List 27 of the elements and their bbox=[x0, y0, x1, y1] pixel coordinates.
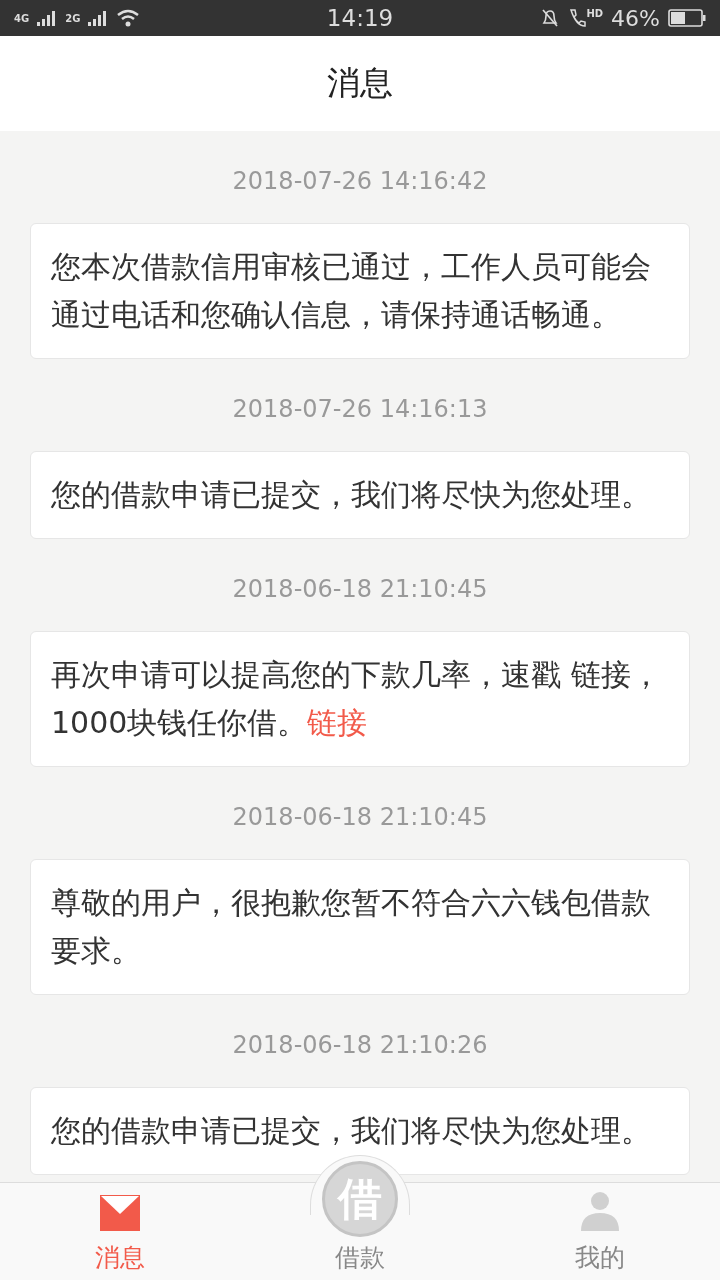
message-time: 2018-06-18 21:10:45 bbox=[231, 574, 489, 605]
message-card: 您的借款申请已提交，我们将尽快为您处理。 bbox=[30, 451, 690, 539]
message-card: 您的借款申请已提交，我们将尽快为您处理。 bbox=[30, 1087, 690, 1175]
wifi-icon bbox=[116, 9, 141, 27]
message-time: 2018-07-26 14:16:13 bbox=[231, 394, 489, 425]
muted-bell-icon bbox=[540, 8, 561, 28]
message-time: 2018-06-18 21:10:26 bbox=[231, 1030, 489, 1061]
battery-percent: 46% bbox=[611, 5, 660, 31]
tab[interactable]: 我的 bbox=[480, 1183, 720, 1280]
hd-label: HD bbox=[586, 7, 604, 19]
phone-icon bbox=[568, 8, 587, 28]
message-time: 2018-06-18 21:10:45 bbox=[231, 802, 489, 833]
message-time: 2018-07-26 14:16:42 bbox=[231, 166, 489, 197]
message-text: 再次申请可以提高您的下款几率，速戳 链接，1000块钱任你借。链接 bbox=[51, 656, 662, 742]
message-card: 您本次借款信用审核已通过，工作人员可能会通过电话和您确认信息，请保持通话畅通。 bbox=[30, 223, 690, 359]
tab[interactable]: 消息 bbox=[0, 1183, 240, 1280]
page-title: 消息 bbox=[327, 62, 393, 104]
message-card: 尊敬的用户，很抱歉您暂不符合六六钱包借款要求。 bbox=[30, 859, 690, 995]
network-label: 2G bbox=[65, 12, 81, 24]
clock-time: 14:19 bbox=[326, 5, 394, 31]
person-icon bbox=[580, 1191, 620, 1231]
signal-icon bbox=[37, 10, 58, 26]
signal-icon bbox=[88, 10, 109, 26]
envelope-icon bbox=[100, 1195, 140, 1231]
network-label: 4G bbox=[14, 12, 30, 24]
battery-icon bbox=[668, 9, 706, 27]
message-link[interactable]: 链接 bbox=[307, 705, 368, 740]
